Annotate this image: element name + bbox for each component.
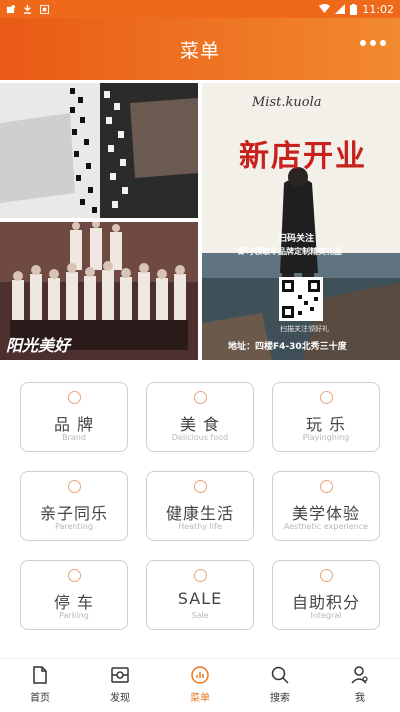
menu-tile-parking[interactable]: 停 车 Parking bbox=[20, 560, 128, 630]
menu-tile-sublabel: Brand bbox=[62, 433, 86, 442]
menu-tile-label: 健康生活 bbox=[165, 504, 234, 523]
menu-tile-sublabel: Aesthetic experience bbox=[283, 522, 369, 531]
tab-label: 搜索 bbox=[270, 693, 290, 704]
tab-label: 我 bbox=[355, 693, 365, 704]
menu-tile-sublabel: Integral bbox=[310, 611, 342, 620]
banner-line2: 即可领取本品牌定制精美礼品 bbox=[238, 247, 342, 256]
menu-chart-icon bbox=[191, 666, 209, 684]
app-header: 菜单 bbox=[0, 18, 400, 80]
tab-me[interactable]: 我 bbox=[330, 665, 390, 704]
banner-area: 阳光美好 Mist.kuola 新店开业 扫码关注 即可领取本品牌定制精美礼品 … bbox=[0, 83, 400, 360]
tab-label: 首页 bbox=[30, 693, 50, 704]
food-icon bbox=[194, 391, 207, 404]
menu-tile-sale[interactable]: SALE Sale bbox=[146, 560, 254, 630]
tab-home[interactable]: 首页 bbox=[10, 665, 70, 704]
tab-search[interactable]: 搜索 bbox=[250, 665, 310, 704]
points-icon bbox=[320, 569, 333, 582]
user-icon bbox=[351, 666, 368, 684]
tab-discover[interactable]: 发现 bbox=[90, 665, 150, 704]
app-notification-icon bbox=[40, 4, 49, 14]
qr-note: 扫描关注领好礼 bbox=[280, 325, 329, 333]
aesthetic-icon bbox=[320, 480, 333, 493]
tab-label: 菜单 bbox=[190, 693, 210, 704]
menu-tile-healthy-life[interactable]: 健康生活 Heathy life bbox=[146, 471, 254, 541]
signal-icon bbox=[335, 4, 346, 14]
banner-group-photo[interactable]: 阳光美好 bbox=[0, 222, 198, 360]
bottom-tab-bar: 首页 发现 菜单 搜索 我 bbox=[0, 658, 400, 712]
brand-logo-text: Mist.kuola bbox=[252, 95, 322, 110]
menu-tile-integral[interactable]: 自助积分 Integral bbox=[272, 560, 380, 630]
menu-tile-label: 品 牌 bbox=[53, 415, 95, 434]
wifi-icon bbox=[319, 4, 331, 13]
parking-icon bbox=[68, 569, 81, 582]
more-dot-icon bbox=[370, 40, 376, 46]
home-icon bbox=[33, 666, 47, 684]
menu-tile-label: 停 车 bbox=[53, 593, 95, 612]
menu-tile-sublabel: Heathy life bbox=[178, 522, 222, 531]
menu-tile-label: SALE bbox=[177, 589, 223, 608]
menu-tile-label: 美 食 bbox=[179, 415, 221, 434]
banner-store-opening-image bbox=[202, 83, 400, 360]
menu-tile-label: 自助积分 bbox=[291, 593, 360, 612]
more-menu-button[interactable] bbox=[360, 40, 386, 46]
menu-tile-sublabel: Delicious food bbox=[171, 433, 229, 442]
more-dot-icon bbox=[380, 40, 386, 46]
banner-address: 地址：四楼F4-30北秀三十度 bbox=[228, 342, 347, 352]
menu-tile-label: 玩 乐 bbox=[305, 415, 347, 434]
sale-icon bbox=[194, 569, 207, 582]
health-icon bbox=[194, 480, 207, 493]
status-time: 11:02 bbox=[362, 2, 394, 16]
menu-tile-aesthetic[interactable]: 美学体验 Aesthetic experience bbox=[272, 471, 380, 541]
menu-tile-label: 美学体验 bbox=[291, 504, 360, 523]
menu-tile-brand[interactable]: 品 牌 Brand bbox=[20, 382, 128, 452]
play-icon bbox=[320, 391, 333, 404]
menu-tile-sublabel: Parenting bbox=[55, 522, 93, 531]
status-bar: 11:02 bbox=[0, 0, 400, 18]
banner-headline: 新店开业 bbox=[239, 139, 367, 174]
menu-tile-sublabel: Playinghing bbox=[302, 433, 350, 442]
download-icon bbox=[23, 4, 32, 14]
banner-caption: 阳光美好 bbox=[6, 336, 71, 355]
more-dot-icon bbox=[360, 40, 366, 46]
tab-menu[interactable]: 菜单 bbox=[170, 665, 230, 704]
banner-line1: 扫码关注 bbox=[278, 234, 315, 244]
banner-fashion-art[interactable] bbox=[0, 83, 198, 218]
battery-icon bbox=[350, 3, 358, 15]
menu-tile-food[interactable]: 美 食 Delicious food bbox=[146, 382, 254, 452]
search-icon bbox=[271, 666, 289, 684]
discover-icon bbox=[111, 667, 129, 683]
menu-tile-sublabel: Sale bbox=[191, 611, 209, 620]
menu-tile-sublabel: Parking bbox=[59, 611, 89, 620]
brand-icon bbox=[68, 391, 81, 404]
tab-label: 发现 bbox=[110, 693, 130, 704]
notification-icon bbox=[6, 4, 15, 13]
banner-store-opening[interactable]: Mist.kuola 新店开业 扫码关注 即可领取本品牌定制精美礼品 扫描关注领… bbox=[202, 83, 400, 360]
menu-tile-play[interactable]: 玩 乐 Playinghing bbox=[272, 382, 380, 452]
menu-tile-parenting[interactable]: 亲子同乐 Parenting bbox=[20, 471, 128, 541]
menu-tile-label: 亲子同乐 bbox=[39, 504, 108, 523]
parenting-icon bbox=[68, 480, 81, 493]
page-title: 菜单 bbox=[179, 39, 220, 62]
banner-fashion-art-image bbox=[0, 83, 198, 218]
